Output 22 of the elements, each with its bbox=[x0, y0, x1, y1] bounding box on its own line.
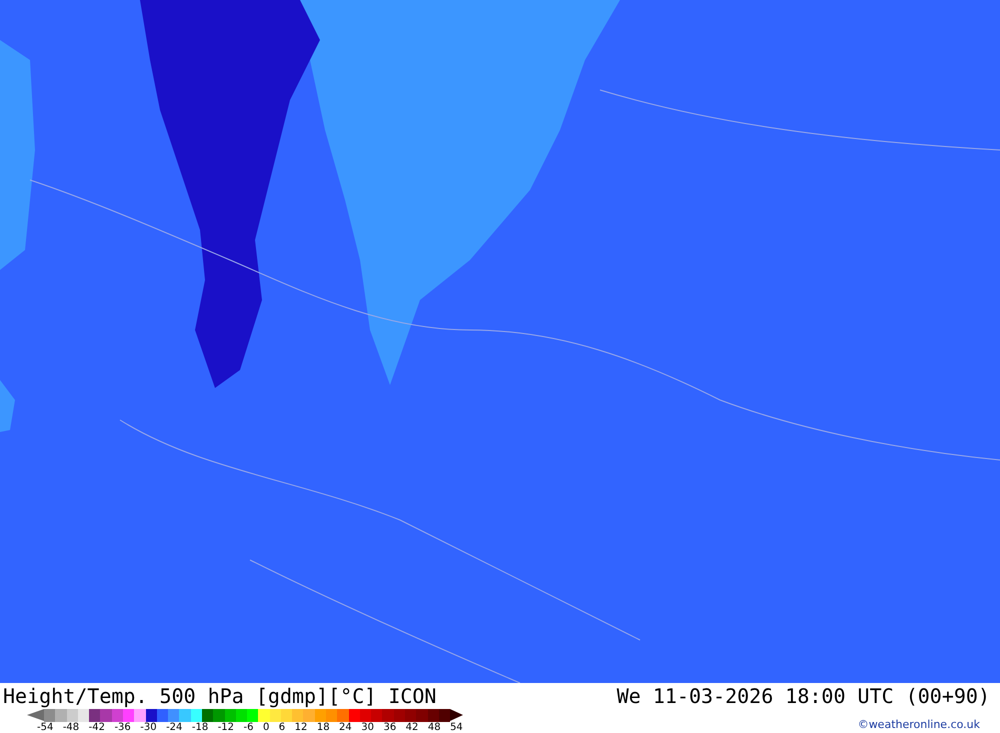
legend-label: -18 bbox=[192, 722, 208, 733]
legend-label: 0 bbox=[262, 722, 270, 733]
chart-title: Height/Temp. 500 hPa [gdmp][°C] ICON bbox=[3, 684, 436, 708]
legend-label: -12 bbox=[218, 722, 234, 733]
legend-label: -30 bbox=[140, 722, 157, 733]
legend-label: 48 bbox=[428, 722, 441, 733]
legend-label: 6 bbox=[278, 722, 286, 733]
legend-label: -36 bbox=[114, 722, 131, 733]
legend-label: 18 bbox=[316, 722, 330, 733]
legend-label: 36 bbox=[383, 722, 396, 733]
legend-label: 30 bbox=[361, 722, 374, 733]
legend-label: 24 bbox=[339, 722, 352, 733]
legend-label: -54 bbox=[37, 722, 54, 733]
legend-label: -24 bbox=[166, 722, 182, 733]
legend-label: 42 bbox=[406, 722, 418, 733]
valid-time: We 11-03-2026 18:00 UTC (00+90) bbox=[616, 684, 990, 708]
legend-label: 54 bbox=[450, 722, 463, 733]
legend-label: -6 bbox=[244, 722, 254, 733]
legend-label: -48 bbox=[62, 722, 80, 733]
legend-label: -42 bbox=[88, 722, 105, 733]
legend-label: 12 bbox=[294, 722, 308, 733]
credit-link[interactable]: ©weatheronline.co.uk bbox=[858, 718, 980, 731]
